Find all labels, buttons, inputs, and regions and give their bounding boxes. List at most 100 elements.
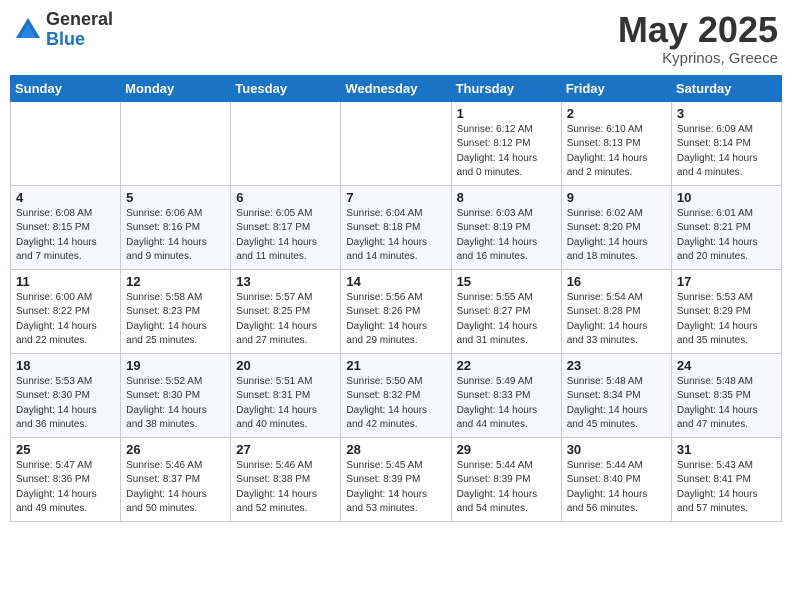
calendar-cell: 26 Sunrise: 5:46 AM Sunset: 8:37 PM Dayli… <box>121 437 231 521</box>
calendar-cell: 15 Sunrise: 5:55 AM Sunset: 8:27 PM Dayli… <box>451 269 561 353</box>
day-content: Sunrise: 6:04 AM Sunset: 8:18 PM Dayligh… <box>346 207 445 265</box>
day-header-saturday: Saturday <box>671 75 781 101</box>
logo-text: General Blue <box>46 10 113 50</box>
calendar-cell: 19 Sunrise: 5:52 AM Sunset: 8:30 PM Dayli… <box>121 353 231 437</box>
calendar-cell: 13Sunrise: 5:57 AM Sunset: 8:25 PM Dayli… <box>231 269 341 353</box>
calendar-cell: 2 Sunrise: 6:10 AM Sunset: 8:13 PM Daylig… <box>561 101 671 185</box>
calendar-cell <box>341 101 451 185</box>
day-number: 26 <box>126 442 225 457</box>
day-content: Sunrise: 5:55 AM Sunset: 8:27 PM Dayligh… <box>457 291 556 349</box>
calendar-table: SundayMondayTuesdayWednesdayThursdayFrid… <box>10 75 782 522</box>
calendar-cell: 16 Sunrise: 5:54 AM Sunset: 8:28 PM Dayli… <box>561 269 671 353</box>
day-content: Sunrise: 6:08 AM Sunset: 8:15 PM Dayligh… <box>16 207 115 265</box>
calendar-cell: 31 Sunrise: 5:43 AM Sunset: 8:41 PM Dayli… <box>671 437 781 521</box>
day-header-sunday: Sunday <box>11 75 121 101</box>
day-content: Sunrise: 6:06 AM Sunset: 8:16 PM Dayligh… <box>126 207 225 265</box>
calendar-cell <box>121 101 231 185</box>
calendar-cell: 18Sunrise: 5:53 AM Sunset: 8:30 PM Dayli… <box>11 353 121 437</box>
day-content: Sunrise: 6:05 AM Sunset: 8:17 PM Dayligh… <box>236 207 335 265</box>
day-header-wednesday: Wednesday <box>341 75 451 101</box>
day-number: 13 <box>236 274 335 289</box>
day-header-monday: Monday <box>121 75 231 101</box>
day-number: 8 <box>457 190 556 205</box>
calendar-cell: 22Sunrise: 5:49 AM Sunset: 8:33 PM Dayli… <box>451 353 561 437</box>
day-content: Sunrise: 5:53 AM Sunset: 8:29 PM Dayligh… <box>677 291 776 349</box>
calendar-cell: 14Sunrise: 5:56 AM Sunset: 8:26 PM Dayli… <box>341 269 451 353</box>
calendar-week-row: 4 Sunrise: 6:08 AM Sunset: 8:15 PM Daylig… <box>11 185 782 269</box>
calendar-cell: 12Sunrise: 5:58 AM Sunset: 8:23 PM Dayli… <box>121 269 231 353</box>
calendar-cell: 30 Sunrise: 5:44 AM Sunset: 8:40 PM Dayli… <box>561 437 671 521</box>
calendar-week-row: 25Sunrise: 5:47 AM Sunset: 8:36 PM Dayli… <box>11 437 782 521</box>
calendar-cell: 5 Sunrise: 6:06 AM Sunset: 8:16 PM Daylig… <box>121 185 231 269</box>
day-number: 16 <box>567 274 666 289</box>
day-content: Sunrise: 5:43 AM Sunset: 8:41 PM Dayligh… <box>677 459 776 517</box>
calendar-week-row: 11 Sunrise: 6:00 AM Sunset: 8:22 PM Dayli… <box>11 269 782 353</box>
location-subtitle: Kyprinos, Greece <box>618 50 778 67</box>
calendar-cell: 6 Sunrise: 6:05 AM Sunset: 8:17 PM Daylig… <box>231 185 341 269</box>
day-content: Sunrise: 5:46 AM Sunset: 8:37 PM Dayligh… <box>126 459 225 517</box>
day-number: 27 <box>236 442 335 457</box>
day-content: Sunrise: 5:48 AM Sunset: 8:34 PM Dayligh… <box>567 375 666 433</box>
day-number: 1 <box>457 106 556 121</box>
day-content: Sunrise: 5:58 AM Sunset: 8:23 PM Dayligh… <box>126 291 225 349</box>
logo: General Blue <box>14 10 113 50</box>
day-content: Sunrise: 5:44 AM Sunset: 8:39 PM Dayligh… <box>457 459 556 517</box>
calendar-cell: 17 Sunrise: 5:53 AM Sunset: 8:29 PM Dayli… <box>671 269 781 353</box>
day-content: Sunrise: 6:12 AM Sunset: 8:12 PM Dayligh… <box>457 123 556 181</box>
day-content: Sunrise: 6:01 AM Sunset: 8:21 PM Dayligh… <box>677 207 776 265</box>
logo-blue: Blue <box>46 30 113 50</box>
calendar-cell: 21Sunrise: 5:50 AM Sunset: 8:32 PM Dayli… <box>341 353 451 437</box>
calendar-cell: 10 Sunrise: 6:01 AM Sunset: 8:21 PM Dayli… <box>671 185 781 269</box>
day-content: Sunrise: 6:10 AM Sunset: 8:13 PM Dayligh… <box>567 123 666 181</box>
calendar-cell: 23 Sunrise: 5:48 AM Sunset: 8:34 PM Dayli… <box>561 353 671 437</box>
calendar-cell: 11 Sunrise: 6:00 AM Sunset: 8:22 PM Dayli… <box>11 269 121 353</box>
day-number: 19 <box>126 358 225 373</box>
day-number: 30 <box>567 442 666 457</box>
day-header-tuesday: Tuesday <box>231 75 341 101</box>
calendar-cell: 4 Sunrise: 6:08 AM Sunset: 8:15 PM Daylig… <box>11 185 121 269</box>
day-number: 10 <box>677 190 776 205</box>
day-content: Sunrise: 5:52 AM Sunset: 8:30 PM Dayligh… <box>126 375 225 433</box>
calendar-cell: 9 Sunrise: 6:02 AM Sunset: 8:20 PM Daylig… <box>561 185 671 269</box>
day-number: 6 <box>236 190 335 205</box>
logo-icon <box>14 16 42 44</box>
page-header: General Blue May 2025 Kyprinos, Greece <box>10 10 782 67</box>
day-content: Sunrise: 5:44 AM Sunset: 8:40 PM Dayligh… <box>567 459 666 517</box>
logo-general: General <box>46 10 113 30</box>
calendar-week-row: 1 Sunrise: 6:12 AM Sunset: 8:12 PM Daylig… <box>11 101 782 185</box>
title-block: May 2025 Kyprinos, Greece <box>618 10 778 67</box>
day-number: 25 <box>16 442 115 457</box>
calendar-week-row: 18Sunrise: 5:53 AM Sunset: 8:30 PM Dayli… <box>11 353 782 437</box>
calendar-cell <box>231 101 341 185</box>
day-number: 4 <box>16 190 115 205</box>
day-content: Sunrise: 6:02 AM Sunset: 8:20 PM Dayligh… <box>567 207 666 265</box>
calendar-cell: 29Sunrise: 5:44 AM Sunset: 8:39 PM Dayli… <box>451 437 561 521</box>
day-header-thursday: Thursday <box>451 75 561 101</box>
day-content: Sunrise: 5:46 AM Sunset: 8:38 PM Dayligh… <box>236 459 335 517</box>
day-number: 31 <box>677 442 776 457</box>
calendar-cell: 27 Sunrise: 5:46 AM Sunset: 8:38 PM Dayli… <box>231 437 341 521</box>
calendar-cell: 28 Sunrise: 5:45 AM Sunset: 8:39 PM Dayli… <box>341 437 451 521</box>
day-number: 28 <box>346 442 445 457</box>
day-number: 11 <box>16 274 115 289</box>
day-content: Sunrise: 5:48 AM Sunset: 8:35 PM Dayligh… <box>677 375 776 433</box>
calendar-header-row: SundayMondayTuesdayWednesdayThursdayFrid… <box>11 75 782 101</box>
day-content: Sunrise: 6:00 AM Sunset: 8:22 PM Dayligh… <box>16 291 115 349</box>
day-number: 21 <box>346 358 445 373</box>
day-number: 20 <box>236 358 335 373</box>
day-number: 5 <box>126 190 225 205</box>
day-number: 17 <box>677 274 776 289</box>
day-number: 9 <box>567 190 666 205</box>
day-number: 22 <box>457 358 556 373</box>
day-number: 23 <box>567 358 666 373</box>
month-year-title: May 2025 <box>618 10 778 50</box>
day-content: Sunrise: 5:54 AM Sunset: 8:28 PM Dayligh… <box>567 291 666 349</box>
day-number: 2 <box>567 106 666 121</box>
day-content: Sunrise: 6:03 AM Sunset: 8:19 PM Dayligh… <box>457 207 556 265</box>
day-number: 7 <box>346 190 445 205</box>
day-header-friday: Friday <box>561 75 671 101</box>
day-content: Sunrise: 5:45 AM Sunset: 8:39 PM Dayligh… <box>346 459 445 517</box>
day-number: 3 <box>677 106 776 121</box>
day-content: Sunrise: 5:56 AM Sunset: 8:26 PM Dayligh… <box>346 291 445 349</box>
day-number: 15 <box>457 274 556 289</box>
